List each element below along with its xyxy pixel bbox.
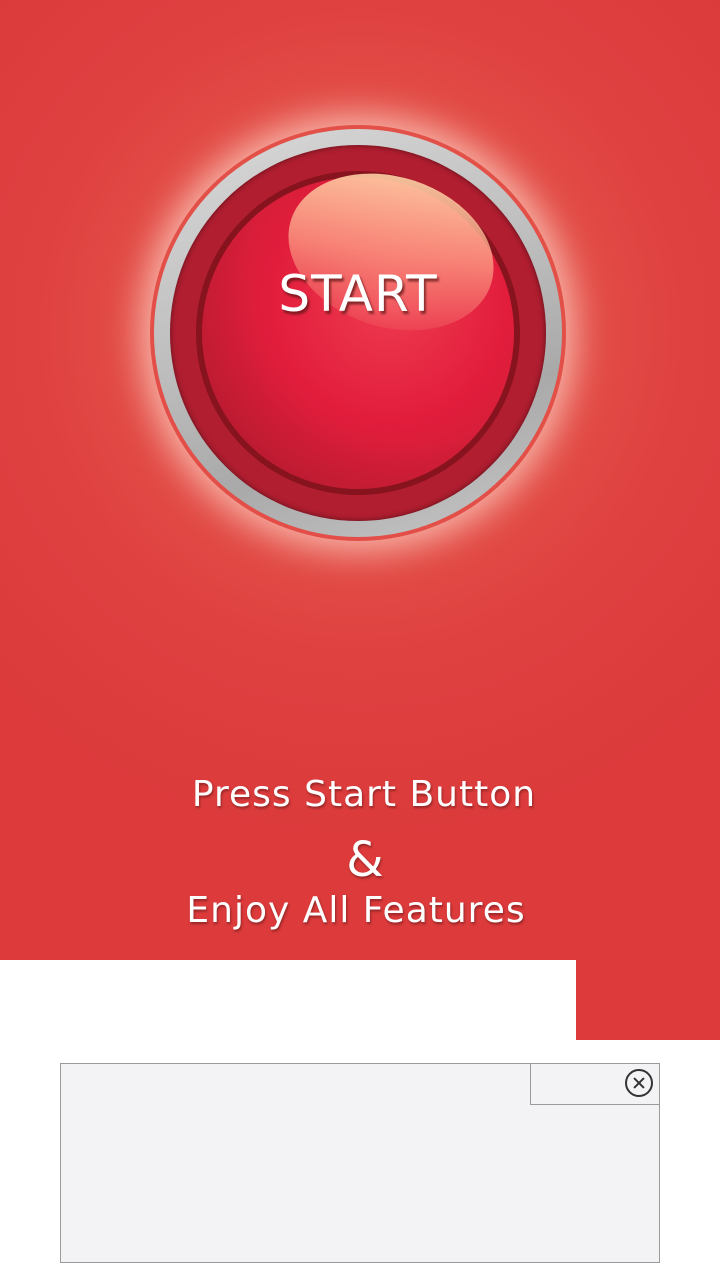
caption-ampersand: & <box>346 832 384 888</box>
start-button-shade <box>202 177 514 489</box>
start-button[interactable]: START <box>150 125 566 541</box>
screen: START Press Start Button & Enjoy All Fea… <box>0 0 720 1280</box>
red-background-tab <box>576 960 720 1040</box>
ad-close-area <box>530 1063 660 1105</box>
caption-line-1: Press Start Button <box>191 774 537 815</box>
ad-banner[interactable] <box>60 1063 660 1263</box>
close-icon[interactable] <box>625 1069 653 1097</box>
start-button-dome[interactable] <box>202 177 514 489</box>
caption-line-3: Enjoy All Features <box>186 890 526 931</box>
